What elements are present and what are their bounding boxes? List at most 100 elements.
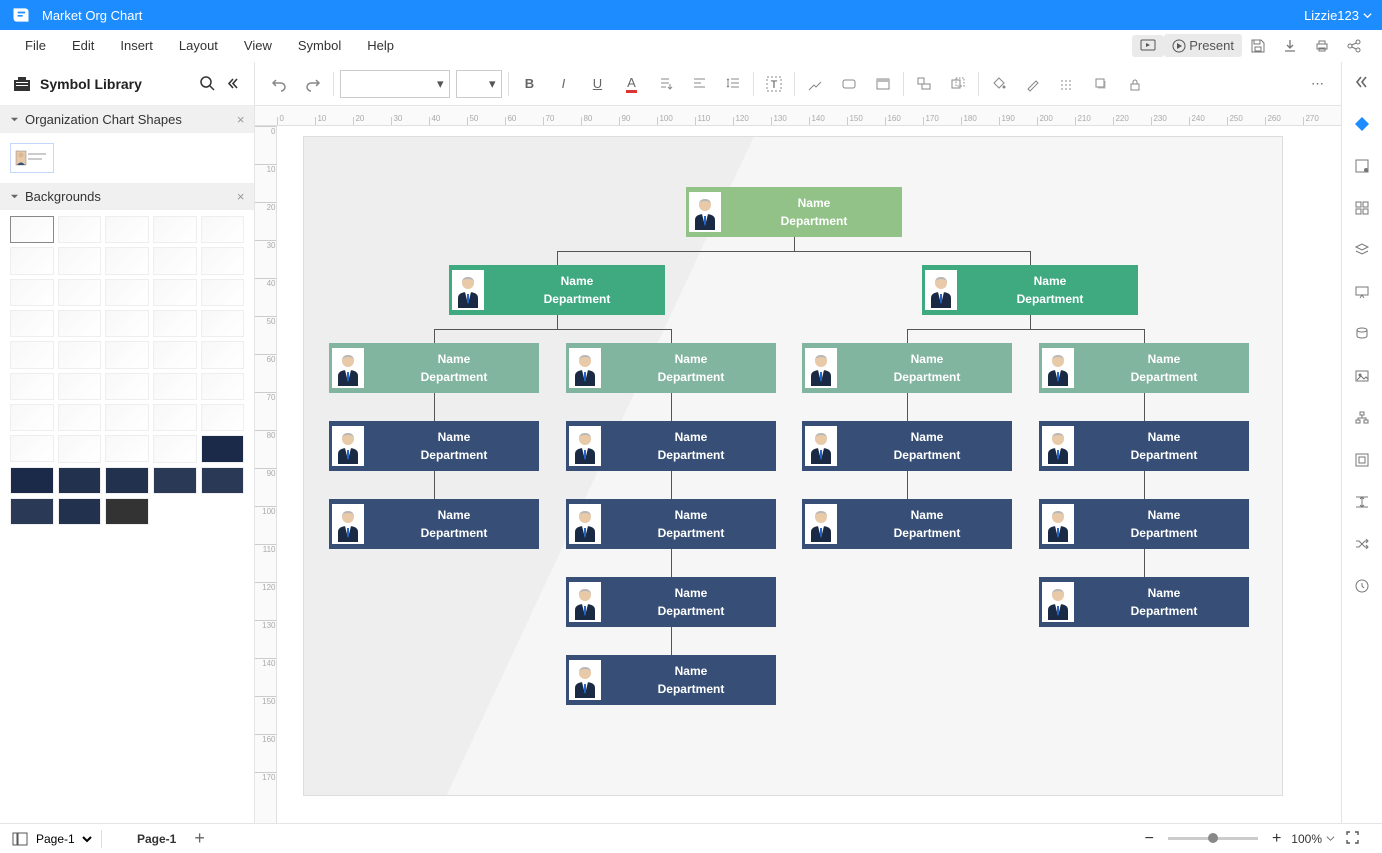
close-icon[interactable]: ×	[237, 189, 245, 204]
background-thumb[interactable]	[10, 216, 54, 243]
background-thumb[interactable]	[105, 341, 149, 368]
shadow-button[interactable]	[1087, 70, 1115, 98]
page[interactable]: NameDepartment NameDepartment NameDepartme…	[303, 136, 1283, 796]
background-thumb[interactable]	[58, 467, 102, 494]
background-thumb[interactable]	[201, 404, 245, 431]
layers-panel-icon[interactable]	[1348, 236, 1376, 264]
container-button[interactable]	[869, 70, 897, 98]
background-thumb[interactable]	[201, 373, 245, 400]
background-thumb[interactable]	[153, 247, 197, 274]
undo-button[interactable]	[265, 70, 293, 98]
underline-button[interactable]: U	[583, 70, 611, 98]
menu-file[interactable]: File	[12, 33, 59, 58]
background-thumb[interactable]	[153, 216, 197, 243]
background-thumb[interactable]	[10, 341, 54, 368]
menu-symbol[interactable]: Symbol	[285, 33, 354, 58]
page-select[interactable]: Page-1	[28, 829, 95, 849]
org-node[interactable]: NameDepartment	[802, 499, 1012, 549]
menu-view[interactable]: View	[231, 33, 285, 58]
lock-button[interactable]	[1121, 70, 1149, 98]
style-panel-icon[interactable]	[1348, 152, 1376, 180]
background-thumb[interactable]	[201, 247, 245, 274]
org-shape-thumb[interactable]	[10, 143, 54, 173]
org-node[interactable]: NameDepartment	[329, 499, 539, 549]
download-button[interactable]	[1274, 34, 1306, 58]
print-button[interactable]	[1306, 34, 1338, 58]
present-button[interactable]: Present	[1164, 34, 1242, 57]
share-button[interactable]	[1338, 34, 1370, 58]
align-button[interactable]	[910, 70, 938, 98]
background-thumb[interactable]	[105, 435, 149, 462]
background-thumb[interactable]	[58, 404, 102, 431]
org-node[interactable]: NameDepartment	[802, 343, 1012, 393]
background-thumb[interactable]	[105, 310, 149, 337]
background-thumb[interactable]	[10, 310, 54, 337]
background-thumb[interactable]	[201, 310, 245, 337]
line-style-button[interactable]	[1053, 70, 1081, 98]
group-button[interactable]	[944, 70, 972, 98]
menu-edit[interactable]: Edit	[59, 33, 107, 58]
background-thumb[interactable]	[105, 404, 149, 431]
orgchart-panel-icon[interactable]	[1348, 404, 1376, 432]
org-node[interactable]: NameDepartment	[566, 343, 776, 393]
org-node[interactable]: NameDepartment	[566, 499, 776, 549]
line-spacing-button[interactable]	[719, 70, 747, 98]
menu-help[interactable]: Help	[354, 33, 407, 58]
text-direction-button[interactable]	[651, 70, 679, 98]
image-panel-icon[interactable]	[1348, 362, 1376, 390]
background-thumb[interactable]	[58, 279, 102, 306]
zoom-level[interactable]: 100%	[1287, 832, 1326, 846]
more-button[interactable]: ⋯	[1303, 70, 1331, 98]
org-shapes-panel-header[interactable]: Organization Chart Shapes ×	[0, 106, 254, 133]
align-text-button[interactable]	[685, 70, 713, 98]
backgrounds-panel-header[interactable]: Backgrounds ×	[0, 183, 254, 210]
menu-insert[interactable]: Insert	[107, 33, 166, 58]
outline-icon[interactable]	[12, 832, 28, 846]
font-family-select[interactable]: ▾	[340, 70, 450, 98]
close-icon[interactable]: ×	[237, 112, 245, 127]
shuffle-panel-icon[interactable]	[1348, 530, 1376, 558]
background-thumb[interactable]	[58, 341, 102, 368]
background-thumb[interactable]	[153, 435, 197, 462]
background-thumb[interactable]	[58, 373, 102, 400]
org-node[interactable]: NameDepartment	[922, 265, 1138, 315]
background-thumb[interactable]	[201, 279, 245, 306]
fullscreen-button[interactable]	[1335, 830, 1370, 848]
canvas-scroll[interactable]: NameDepartment NameDepartment NameDepartme…	[277, 126, 1341, 823]
font-color-button[interactable]: A	[617, 70, 645, 98]
background-thumb[interactable]	[105, 247, 149, 274]
org-node[interactable]: NameDepartment	[449, 265, 665, 315]
zoom-out-button[interactable]: −	[1139, 830, 1160, 848]
user-menu[interactable]: Lizzie123	[1304, 8, 1372, 23]
org-node[interactable]: NameDepartment	[802, 421, 1012, 471]
slideshow-button[interactable]	[1132, 35, 1164, 57]
search-icon[interactable]	[200, 76, 215, 91]
text-tool-button[interactable]: T	[760, 70, 788, 98]
org-node[interactable]: NameDepartment	[1039, 499, 1249, 549]
zoom-in-button[interactable]: +	[1266, 830, 1287, 848]
background-thumb[interactable]	[10, 247, 54, 274]
zoom-slider[interactable]	[1168, 837, 1258, 840]
background-thumb[interactable]	[153, 279, 197, 306]
background-thumb[interactable]	[10, 279, 54, 306]
background-thumb[interactable]	[10, 435, 54, 462]
org-node[interactable]: NameDepartment	[566, 577, 776, 627]
page-tab[interactable]: Page-1	[127, 832, 186, 846]
background-thumb[interactable]	[58, 247, 102, 274]
background-thumb[interactable]	[201, 341, 245, 368]
background-thumb[interactable]	[105, 216, 149, 243]
org-node[interactable]: NameDepartment	[566, 655, 776, 705]
bold-button[interactable]: B	[515, 70, 543, 98]
redo-button[interactable]	[299, 70, 327, 98]
background-thumb[interactable]	[58, 216, 102, 243]
presentation-panel-icon[interactable]	[1348, 278, 1376, 306]
background-thumb[interactable]	[105, 467, 149, 494]
grid-panel-icon[interactable]	[1348, 194, 1376, 222]
italic-button[interactable]: I	[549, 70, 577, 98]
background-thumb[interactable]	[153, 373, 197, 400]
background-thumb[interactable]	[58, 310, 102, 337]
fill-button[interactable]	[985, 70, 1013, 98]
background-thumb[interactable]	[105, 498, 149, 525]
org-node[interactable]: NameDepartment	[1039, 577, 1249, 627]
add-page-button[interactable]: +	[186, 828, 213, 849]
